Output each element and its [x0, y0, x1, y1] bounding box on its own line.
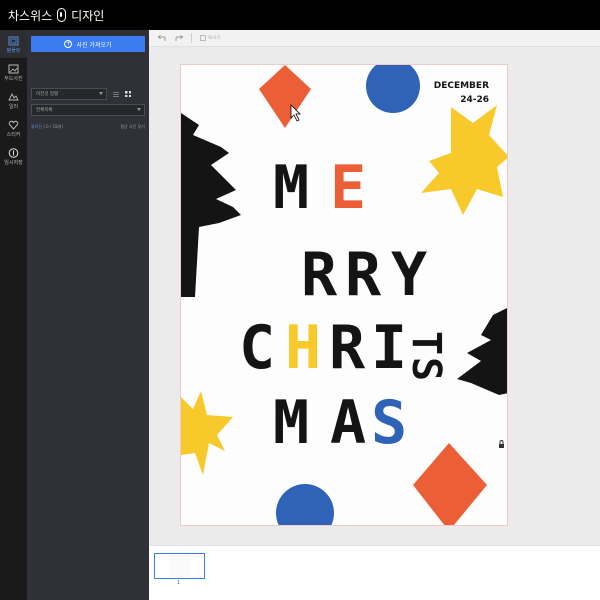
- page-number: 1: [177, 580, 181, 586]
- yellow-star-left[interactable]: [181, 391, 233, 475]
- sort-select[interactable]: 이전것 정렬: [31, 88, 107, 100]
- letter-a[interactable]: A: [330, 388, 366, 458]
- design-canvas: DECEMBER 24-26 M E R R Y C H R I T S M A: [149, 47, 600, 545]
- letter-s-rotated[interactable]: S: [403, 357, 449, 381]
- yellow-star-right[interactable]: [421, 105, 508, 215]
- plus-icon: +: [64, 40, 73, 48]
- letter-y[interactable]: Y: [391, 240, 427, 310]
- rail-label-temp-save: 임시저장: [4, 160, 23, 166]
- letter-i[interactable]: I: [371, 313, 407, 383]
- letter-m2[interactable]: M: [273, 388, 309, 458]
- editor-toolbar: 복사기: [149, 30, 600, 47]
- list-view-toggle[interactable]: [110, 88, 122, 100]
- poster-artwork: DECEMBER 24-26 M E R R Y C H R I T S M A: [181, 65, 508, 526]
- grid-icon: [125, 91, 131, 97]
- find-photo-link[interactable]: 평균 사진 찾기: [120, 124, 145, 130]
- letter-m1[interactable]: M: [273, 153, 309, 223]
- photo-icon: [8, 64, 20, 74]
- undo-button[interactable]: [155, 32, 167, 44]
- page-thumbnail-preview: [170, 554, 190, 578]
- poster-page[interactable]: DECEMBER 24-26 M E R R Y C H R I T S M A: [180, 64, 508, 526]
- letter-r3[interactable]: R: [329, 313, 366, 383]
- illustration-icon: [8, 92, 20, 102]
- page-thumbnail[interactable]: [154, 553, 205, 579]
- letter-r1[interactable]: R: [301, 240, 338, 310]
- grid-view-toggle[interactable]: [122, 88, 134, 100]
- uploaded-count: ( 0 / 18개): [43, 124, 63, 129]
- app-title-part2: 디자인: [71, 8, 105, 23]
- template-icon: [8, 36, 20, 46]
- letter-s-blue[interactable]: S: [371, 388, 407, 458]
- redo-button[interactable]: [173, 32, 185, 44]
- letter-e[interactable]: E: [330, 153, 366, 223]
- rail-item-sticker[interactable]: 스티커: [0, 114, 27, 142]
- toolbar-divider: [191, 33, 192, 43]
- rail-item-illustration[interactable]: 일러: [0, 86, 27, 114]
- info-circle-icon: [8, 148, 20, 158]
- rail-item-photo[interactable]: 두드사진: [0, 58, 27, 86]
- upload-photo-button[interactable]: + 사진 가져오기: [31, 36, 145, 52]
- phone-outline-icon: [57, 8, 67, 22]
- page-strip: 1: [149, 545, 600, 600]
- rail-label-sticker: 스티커: [6, 132, 21, 138]
- letter-c[interactable]: C: [239, 313, 275, 383]
- undo-icon: [157, 34, 165, 41]
- photo-panel: + 사진 가져오기 이전것 정렬 전체목록 올려진 ( 0 / 18개) 평균 …: [27, 30, 149, 600]
- sort-select-value: 이전것 정렬: [36, 92, 59, 97]
- app-title-part1: 차스위스: [8, 8, 53, 23]
- orange-diamond-bottom[interactable]: [413, 443, 487, 526]
- rail-label-template: 템플릿: [6, 48, 21, 54]
- side-rail: 템플릿 두드사진 일러 스티커 임시저장: [0, 30, 27, 600]
- title-bar: 차스위스 디자인: [0, 0, 600, 30]
- orange-diamond-top[interactable]: [259, 65, 311, 128]
- letter-h[interactable]: H: [285, 313, 321, 383]
- rail-item-template[interactable]: 템플릿: [0, 30, 27, 58]
- copy-button[interactable]: 복사기: [200, 35, 220, 41]
- folder-select-value: 전체목록: [36, 108, 53, 113]
- redo-icon: [175, 34, 183, 41]
- letter-r2[interactable]: R: [345, 240, 382, 310]
- black-tree-right[interactable]: [457, 307, 508, 395]
- copy-icon: [200, 35, 206, 41]
- date-line2: 24-26: [460, 95, 489, 105]
- heart-icon: [8, 120, 20, 130]
- date-line1: DECEMBER: [434, 81, 489, 91]
- upload-photo-label: 사진 가져오기: [76, 41, 112, 49]
- letter-t-rotated[interactable]: T: [403, 331, 449, 355]
- lock-icon[interactable]: [499, 440, 504, 449]
- uploaded-link[interactable]: 올려진: [31, 124, 42, 129]
- rail-label-photo: 두드사진: [4, 76, 23, 82]
- rail-label-illustration: 일러: [8, 104, 19, 110]
- copy-label: 복사기: [208, 36, 221, 41]
- chevron-down-icon: [99, 92, 103, 95]
- list-icon: [113, 91, 119, 97]
- blue-circle-bottom[interactable]: [276, 484, 334, 526]
- black-tree-left[interactable]: [181, 113, 241, 297]
- chevron-down-icon: [137, 108, 141, 111]
- blue-circle-top[interactable]: [366, 65, 420, 113]
- rail-item-temp-save[interactable]: 임시저장: [0, 142, 27, 170]
- photo-info: 올려진 ( 0 / 18개) 평균 사진 찾기: [31, 124, 145, 130]
- app-window: 차스위스 디자인 템플릿 두드사진 일러 스티커 임시저장 + 사진 가져오기 …: [0, 0, 600, 600]
- folder-select[interactable]: 전체목록: [31, 104, 145, 116]
